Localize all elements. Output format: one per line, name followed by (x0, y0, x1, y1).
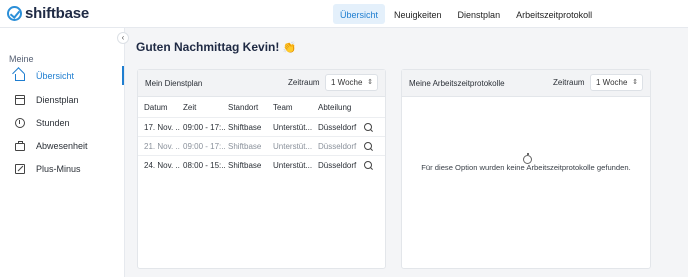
period-select-value: 1 Woche (331, 78, 363, 87)
cell-time: 09:00 - 17:... (183, 142, 225, 151)
tab-dienstplan[interactable]: Dienstplan (451, 4, 508, 24)
search-icon[interactable] (364, 123, 372, 131)
active-indicator (122, 66, 124, 85)
card-header: Mein Dienstplan Zeitraum 1 Woche ⇕ (138, 70, 385, 97)
sidebar-item-label: Abwesenheit (36, 141, 88, 151)
clapping-hands-icon: 👏 (282, 42, 297, 54)
greeting-text: Guten Nachmittag Kevin! (136, 40, 280, 54)
sidebar-item-label: Plus-Minus (36, 164, 81, 174)
period-label: Zeitraum (288, 78, 320, 87)
cell-date: 17. Nov. ... (144, 123, 180, 132)
tab-arbeitszeitprotokoll[interactable]: Arbeitszeitprotokoll (509, 4, 599, 24)
cell-date: 21. Nov. ... (144, 142, 180, 151)
plus-minus-icon (15, 164, 25, 174)
sidebar-heading: Meine (9, 54, 34, 64)
search-icon[interactable] (364, 142, 372, 150)
sidebar: ‹ Meine Übersicht Dienstplan Stunden Abw… (0, 28, 129, 277)
timesheet-card: Meine Arbeitszeitprotokolle Zeitraum 1 W… (401, 69, 651, 269)
cell-team: Unterstüt... (273, 142, 313, 151)
sidebar-item-plus-minus[interactable]: Plus-Minus (0, 159, 125, 179)
card-title: Mein Dienstplan (145, 79, 203, 88)
sidebar-item-stunden[interactable]: Stunden (0, 113, 125, 133)
card-title: Meine Arbeitszeitprotokolle (409, 79, 505, 88)
collapse-sidebar-button[interactable]: ‹ (117, 32, 129, 44)
table-header: Datum Zeit Standort Team Abteilung (138, 98, 385, 117)
search-icon[interactable] (364, 161, 372, 169)
column-header-abteilung: Abteilung (318, 103, 352, 112)
top-navigation: Übersicht Neuigkeiten Dienstplan Arbeits… (333, 4, 601, 24)
tab-neuigkeiten[interactable]: Neuigkeiten (387, 4, 449, 24)
cell-date: 24. Nov. ... (144, 161, 180, 170)
period-select[interactable]: 1 Woche ⇕ (325, 74, 378, 91)
cell-team: Unterstüt... (273, 161, 313, 170)
suitcase-icon (15, 141, 25, 151)
table-row[interactable]: 17. Nov. ... 09:00 - 17:... Shiftbase Un… (138, 117, 385, 136)
period-select-value: 1 Woche (596, 78, 628, 87)
sidebar-item-dienstplan[interactable]: Dienstplan (0, 90, 125, 110)
main-content: Guten Nachmittag Kevin! 👏 Mein Dienstpla… (125, 28, 688, 277)
cell-department: Düsseldorf (318, 142, 357, 151)
sidebar-item-label: Stunden (36, 118, 70, 128)
tab-uebersicht[interactable]: Übersicht (333, 4, 386, 24)
logo[interactable]: shiftbase (7, 5, 89, 22)
calendar-icon (15, 95, 25, 105)
column-header-standort: Standort (228, 103, 259, 112)
cell-time: 09:00 - 17:... (183, 123, 225, 132)
table-row[interactable]: 21. Nov. ... 09:00 - 17:... Shiftbase Un… (138, 136, 385, 155)
sidebar-item-label: Übersicht (36, 71, 75, 81)
cell-time: 08:00 - 15:... (183, 161, 225, 170)
card-header: Meine Arbeitszeitprotokolle Zeitraum 1 W… (402, 70, 650, 97)
logo-check-icon (7, 6, 22, 21)
cell-department: Düsseldorf (318, 123, 357, 132)
sidebar-item-uebersicht[interactable]: Übersicht (0, 66, 125, 86)
page-title: Guten Nachmittag Kevin! 👏 (136, 40, 296, 54)
select-caret-icon: ⇕ (367, 79, 373, 86)
cell-location: Shiftbase (228, 142, 262, 151)
cell-location: Shiftbase (228, 161, 262, 170)
column-header-zeit: Zeit (183, 103, 197, 112)
cell-department: Düsseldorf (318, 161, 357, 170)
sidebar-item-abwesenheit[interactable]: Abwesenheit (0, 136, 125, 156)
period-select[interactable]: 1 Woche ⇕ (590, 74, 643, 91)
cell-team: Unterstüt... (273, 123, 313, 132)
column-header-datum: Datum (144, 103, 168, 112)
sidebar-item-label: Dienstplan (36, 95, 79, 105)
home-icon (15, 74, 25, 81)
column-header-team: Team (273, 103, 293, 112)
logo-text: shiftbase (25, 5, 90, 22)
top-bar: shiftbase Übersicht Neuigkeiten Dienstpl… (0, 0, 688, 28)
period-label: Zeitraum (553, 78, 585, 87)
cell-location: Shiftbase (228, 123, 262, 132)
stopwatch-icon (15, 118, 25, 128)
table-row[interactable]: 24. Nov. ... 08:00 - 15:... Shiftbase Un… (138, 155, 385, 174)
select-caret-icon: ⇕ (632, 79, 638, 86)
empty-state-message: Für diese Option wurden keine Arbeitszei… (421, 163, 631, 172)
schedule-card: Mein Dienstplan Zeitraum 1 Woche ⇕ Datum… (137, 69, 386, 269)
